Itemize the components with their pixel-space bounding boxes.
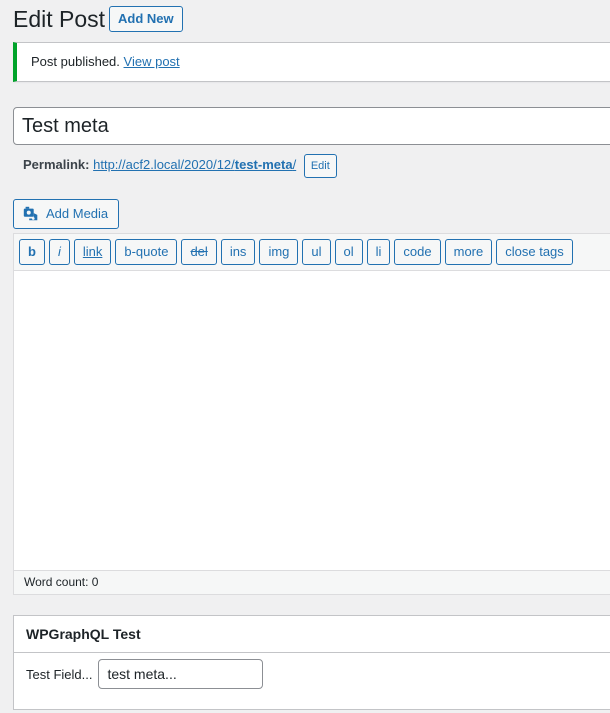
word-count: Word count: 0 [24,575,99,589]
quicktag-bold-button[interactable]: b [19,239,45,265]
add-new-button[interactable]: Add New [109,6,183,32]
quicktags-toolbar: b i link b-quote del ins img ul ol li co… [14,234,610,271]
quicktag-ol-button[interactable]: ol [334,239,363,265]
permalink-slug: test-meta [234,157,293,172]
page-title: Edit Post [13,6,106,32]
permalink-row: Permalink: http://acf2.local/2020/12/tes… [23,153,337,178]
quicktag-li-button[interactable]: li [366,239,391,265]
quicktag-ins-button[interactable]: ins [220,239,256,265]
quicktag-del-button[interactable]: del [181,239,217,265]
wpgraphql-test-metabox: WPGraphQL Test Test Field... [13,615,610,710]
notice-message: Post published. [31,54,120,69]
quicktag-close-tags-button[interactable]: close tags [496,239,573,265]
add-media-button[interactable]: Add Media [13,199,120,229]
post-title-input[interactable] [13,107,610,145]
quicktag-more-button[interactable]: more [444,239,493,265]
quicktag-blockquote-button[interactable]: b-quote [115,239,178,265]
quicktag-link-button[interactable]: link [73,239,112,265]
metabox-title[interactable]: WPGraphQL Test [14,616,610,653]
quicktag-italic-button[interactable]: i [48,239,70,265]
test-field-input[interactable] [98,659,264,689]
quicktag-ul-button[interactable]: ul [302,239,331,265]
permalink-base: http://acf2.local/2020/12/ [93,157,235,172]
metabox-body: Test Field... [14,653,610,695]
edit-slug-button[interactable]: Edit [303,153,337,178]
content-textarea[interactable] [14,271,610,570]
success-notice: Post published. View post [13,42,610,82]
test-field-label: Test Field... [26,666,93,682]
permalink-label: Permalink: [23,157,90,172]
permalink-trailing: / [292,157,297,172]
add-media-label: Add Media [46,206,109,221]
permalink-link[interactable]: http://acf2.local/2020/12/test-meta/ [93,157,296,172]
media-camera-icon [23,206,38,221]
text-editor: b i link b-quote del ins img ul ol li co… [13,233,610,595]
quicktag-code-button[interactable]: code [394,239,441,265]
word-count-status: Word count: 0 [14,570,610,594]
view-post-link[interactable]: View post [124,54,180,69]
quicktag-img-button[interactable]: img [259,239,299,265]
